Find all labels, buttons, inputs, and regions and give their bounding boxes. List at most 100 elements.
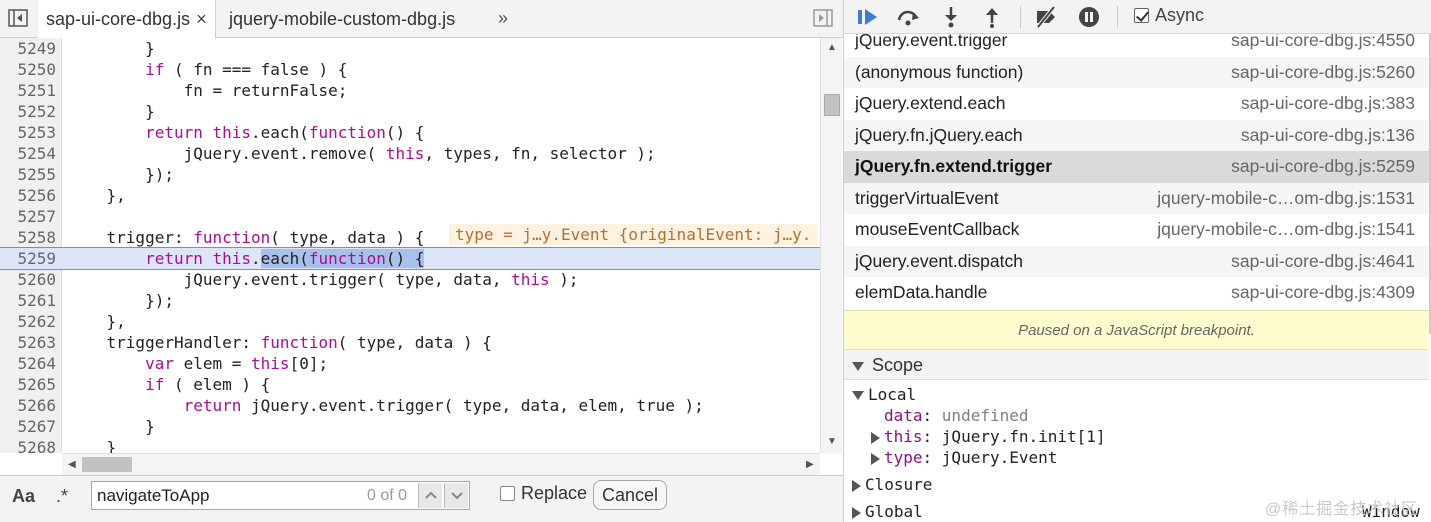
- expand-right-icon[interactable]: [852, 479, 861, 492]
- code-line[interactable]: 5253 return this.each(function() {: [0, 122, 820, 143]
- code-line[interactable]: 5266 return jQuery.event.trigger( type, …: [0, 395, 820, 416]
- scroll-thumb[interactable]: [82, 457, 132, 472]
- code-line[interactable]: 5252 }: [0, 101, 820, 122]
- code-line[interactable]: 5254 jQuery.event.remove( this, types, f…: [0, 143, 820, 164]
- code-line[interactable]: 5265 if ( elem ) {: [0, 374, 820, 395]
- call-stack-frame[interactable]: jQuery.event.dispatch sap-ui-core-dbg.js:…: [844, 245, 1429, 277]
- tab-sap-ui-core-dbg[interactable]: sap-ui-core-dbg.js ×: [38, 0, 216, 39]
- line-number[interactable]: 5266: [0, 395, 56, 416]
- expand-down-icon[interactable]: [852, 361, 864, 371]
- line-number[interactable]: 5249: [0, 38, 56, 59]
- code-line[interactable]: 5260 jQuery.event.trigger( type, data, t…: [0, 269, 820, 290]
- line-number[interactable]: 5260: [0, 269, 56, 290]
- checkbox-checked-icon[interactable]: [1134, 8, 1149, 23]
- toggle-debugger-sidebar-icon[interactable]: [813, 9, 833, 27]
- tab-jquery-mobile-custom-dbg[interactable]: jquery-mobile-custom-dbg.js: [221, 0, 463, 38]
- code-line[interactable]: 5256 },: [0, 185, 820, 206]
- line-number[interactable]: 5268: [0, 437, 56, 453]
- code-area[interactable]: 5249 } 5250 if ( fn === false ) { 5251 f…: [0, 38, 820, 453]
- frame-location[interactable]: sap-ui-core-dbg.js:5260: [1231, 57, 1415, 88]
- scroll-thumb[interactable]: [824, 94, 840, 116]
- scope-local[interactable]: Local: [852, 384, 916, 405]
- scroll-down-icon[interactable]: ▼: [827, 436, 837, 447]
- resume-icon[interactable]: [856, 6, 880, 28]
- pause-on-exceptions-icon[interactable]: [1077, 6, 1101, 28]
- line-number[interactable]: 5252: [0, 101, 56, 122]
- tab-overflow-icon[interactable]: »: [498, 0, 508, 36]
- line-number[interactable]: 5256: [0, 185, 56, 206]
- frame-location[interactable]: jquery-mobile-c…om-dbg.js:1541: [1157, 214, 1415, 245]
- line-number[interactable]: 5255: [0, 164, 56, 185]
- frame-location[interactable]: sap-ui-core-dbg.js:4550: [1231, 34, 1415, 56]
- scroll-right-icon[interactable]: ▶: [806, 459, 814, 470]
- replace-checkbox[interactable]: Replace: [500, 483, 587, 504]
- scope-closure[interactable]: Closure: [852, 474, 932, 495]
- scroll-up-icon[interactable]: ▲: [827, 42, 837, 53]
- frame-location[interactable]: jquery-mobile-c…om-dbg.js:1531: [1157, 183, 1415, 214]
- scope-property[interactable]: data: undefined: [884, 405, 1029, 426]
- line-number[interactable]: 5261: [0, 290, 56, 311]
- code-line[interactable]: 5263 triggerHandler: function( type, dat…: [0, 332, 820, 353]
- call-stack-frame[interactable]: triggerVirtualEvent jquery-mobile-c…om-db…: [844, 182, 1429, 214]
- code-line[interactable]: 5268 }: [0, 437, 820, 453]
- call-stack-frame[interactable]: (anonymous function) sap-ui-core-dbg.js:5…: [844, 56, 1429, 88]
- code-line[interactable]: 5249 }: [0, 38, 820, 59]
- expand-right-icon[interactable]: [871, 431, 880, 444]
- call-stack-frame-selected[interactable]: jQuery.fn.extend.trigger sap-ui-core-dbg.…: [844, 151, 1429, 183]
- scope-section-header[interactable]: Scope: [844, 350, 1429, 380]
- expand-right-icon[interactable]: [871, 452, 880, 465]
- scope-global[interactable]: Global: [852, 501, 923, 522]
- line-number[interactable]: 5263: [0, 332, 56, 353]
- code-line[interactable]: 5262 },: [0, 311, 820, 332]
- call-stack-frame[interactable]: jQuery.event.trigger sap-ui-core-dbg.js:4…: [844, 34, 1429, 57]
- frame-location[interactable]: sap-ui-core-dbg.js:383: [1241, 88, 1415, 119]
- current-execution-line[interactable]: 5259 return this.each(function() {: [0, 247, 820, 270]
- toggle-navigator-icon[interactable]: [8, 9, 28, 27]
- line-number[interactable]: 5265: [0, 374, 56, 395]
- frame-location[interactable]: sap-ui-core-dbg.js:4641: [1231, 246, 1415, 277]
- match-case-toggle[interactable]: Aa: [12, 486, 35, 507]
- editor-horizontal-scrollbar[interactable]: ◀ ▶: [62, 453, 820, 475]
- code-line[interactable]: 5261 });: [0, 290, 820, 311]
- deactivate-breakpoints-icon[interactable]: [1034, 6, 1058, 28]
- line-number[interactable]: 5258: [0, 227, 56, 248]
- checkbox-icon[interactable]: [500, 486, 515, 501]
- async-checkbox[interactable]: Async: [1134, 5, 1204, 26]
- line-number[interactable]: 5250: [0, 59, 56, 80]
- expand-right-icon[interactable]: [852, 506, 861, 519]
- step-out-icon[interactable]: [980, 6, 1004, 28]
- code-line[interactable]: 5251 fn = returnFalse;: [0, 80, 820, 101]
- step-into-icon[interactable]: [939, 6, 963, 28]
- step-over-icon[interactable]: [896, 6, 920, 28]
- cancel-search-button[interactable]: Cancel: [593, 480, 667, 510]
- line-number[interactable]: 5253: [0, 122, 56, 143]
- close-tab-icon[interactable]: ×: [196, 9, 207, 29]
- call-stack-frame[interactable]: mouseEventCallback jquery-mobile-c…om-dbg…: [844, 214, 1429, 246]
- code-line[interactable]: 5264 var elem = this[0];: [0, 353, 820, 374]
- call-stack-frame[interactable]: jQuery.fn.jQuery.each sap-ui-core-dbg.js:…: [844, 119, 1429, 151]
- editor-vertical-scrollbar[interactable]: ▲ ▼: [820, 38, 842, 453]
- frame-location[interactable]: sap-ui-core-dbg.js:4309: [1231, 277, 1415, 308]
- line-number[interactable]: 5262: [0, 311, 56, 332]
- line-number[interactable]: 5254: [0, 143, 56, 164]
- frame-location[interactable]: sap-ui-core-dbg.js:136: [1241, 120, 1415, 151]
- scope-property[interactable]: type: jQuery.Event: [871, 447, 1057, 468]
- line-number[interactable]: 5257: [0, 206, 56, 227]
- search-previous-button[interactable]: [418, 483, 442, 508]
- search-next-button[interactable]: [444, 483, 468, 508]
- line-number[interactable]: 5267: [0, 416, 56, 437]
- code-line[interactable]: 5250 if ( fn === false ) {: [0, 59, 820, 80]
- line-number[interactable]: 5259: [0, 248, 56, 269]
- scope-property[interactable]: this: jQuery.fn.init[1]: [871, 426, 1106, 447]
- regex-toggle[interactable]: .*: [56, 486, 68, 507]
- code-line[interactable]: 5267 }: [0, 416, 820, 437]
- call-stack-frame[interactable]: elemData.handle sap-ui-core-dbg.js:4309: [844, 277, 1429, 309]
- frame-location[interactable]: sap-ui-core-dbg.js:5259: [1231, 151, 1415, 182]
- line-number[interactable]: 5264: [0, 353, 56, 374]
- expand-down-icon[interactable]: [852, 391, 864, 400]
- scroll-left-icon[interactable]: ◀: [68, 459, 76, 470]
- search-input[interactable]: [97, 482, 362, 509]
- call-stack-frame[interactable]: jQuery.extend.each sap-ui-core-dbg.js:383: [844, 88, 1429, 120]
- line-number[interactable]: 5251: [0, 80, 56, 101]
- code-line[interactable]: 5255 });: [0, 164, 820, 185]
